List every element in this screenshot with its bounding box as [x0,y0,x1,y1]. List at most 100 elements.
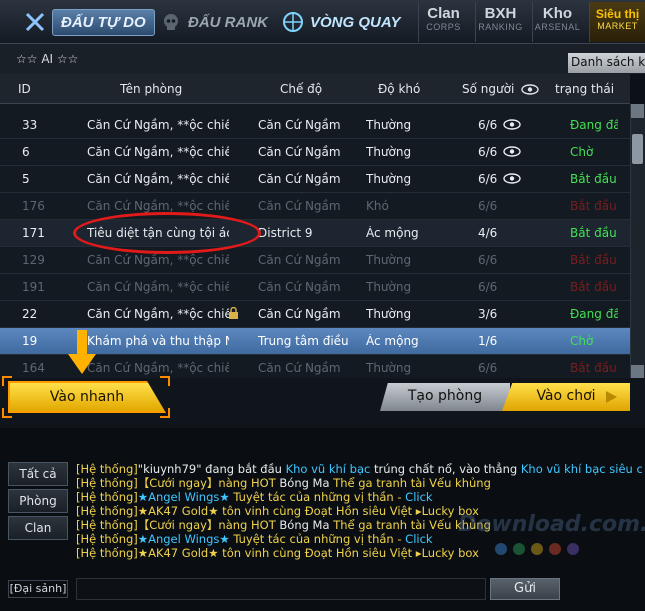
tab-ranking[interactable]: BXH RANKING [475,2,525,42]
cell-mode: Căn Cứ Ngầm [258,199,341,213]
chat-segment[interactable]: ★Angel Wings★ [138,532,230,546]
cell-room-name: Căn Cứ Ngầm, **ộc chiến [87,253,229,267]
chat-segment: "kiuynh79" đang bắt đầu [137,462,286,476]
cell-mode: Căn Cứ Ngầm [258,307,341,321]
cell-difficulty: Thường [366,307,412,321]
tab-clan[interactable]: Clan CORPS [418,2,468,42]
highlight-circle [73,212,261,254]
cell-room-name: Căn Cứ Ngầm, **ộc chiến [87,199,229,213]
quick-join-button[interactable]: Vào nhanh [8,381,166,413]
tab-clan-label: Clan [427,5,460,22]
cell-difficulty: Thường [366,361,412,375]
hall-channel-button[interactable]: [Đại sảnh] [8,580,68,598]
header-mode[interactable]: Chế độ [280,82,322,96]
cell-players: 4/6 [478,226,498,240]
chat-input[interactable] [76,578,486,600]
table-row[interactable]: 22 Căn Cứ Ngầm, **ộc chiến Căn Cứ Ngầm Thườ… [0,301,630,328]
table-row[interactable]: 191 Căn Cứ Ngầm, **ộc chiến Căn Cứ Ngầm Thư… [0,274,630,301]
tab-lucky-wheel[interactable]: VÒNG QUAY [282,4,401,40]
cell-id: 33 [22,118,38,132]
channel-list-button[interactable]: Danh sách kênh [568,53,645,73]
tab-free-battle-label: ĐẤU TỰ DO [52,8,155,36]
cell-status: Chờ [570,145,594,159]
play-arrow-icon [606,391,617,403]
header-id[interactable]: ID [18,82,31,96]
tab-arsenal[interactable]: Kho ARSENAL [532,2,582,42]
chat-segment[interactable]: Click [405,532,432,546]
header-status[interactable]: trạng thái [555,82,614,96]
cell-difficulty: Thường [366,280,412,294]
header-room-name[interactable]: Tên phòng [120,82,182,96]
cell-status: Bắt đầu [570,361,617,375]
table-row[interactable]: 5 Căn Cứ Ngầm, **ộc chiến Căn Cứ Ngầm Thườn… [0,166,630,193]
chat-tab-all[interactable]: Tất cả [8,462,68,486]
cell-mode: Căn Cứ Ngầm [258,253,341,267]
header-players[interactable]: Số người [462,82,514,96]
table-row[interactable]: 33 Căn Cứ Ngầm, **ộc chiến Căn Cứ Ngầm Thườ… [0,112,630,139]
cell-players: 6/6 [478,118,498,132]
chat-segment: Bóng Ma [279,518,334,532]
scroll-thumb[interactable] [632,134,643,164]
chat-line: [Hệ thống]"kiuynh79" đang bắt đầu Kho vũ… [76,462,642,476]
cell-status: Chờ [570,334,594,348]
cell-id: 22 [22,307,38,321]
chat-segment: [Hệ thống] [76,532,138,546]
skull-icon [164,14,178,30]
cell-status: Đang đấu [570,307,618,321]
header-difficulty[interactable]: Độ khó [378,82,420,96]
eye-icon [503,146,521,157]
cell-id: 164 [22,361,45,375]
chat-segment: trúng chất nổ, vào thẳng [370,462,521,476]
chat-tab-clan[interactable]: Clan [8,516,68,540]
eye-icon [521,84,539,95]
tab-rank-label: ĐẤU RANK [188,13,268,31]
scroll-up-button[interactable] [631,104,644,118]
cell-mode: Căn Cứ Ngầm [258,118,341,132]
cell-room-name: Căn Cứ Ngầm, **ộc chiến [87,172,229,186]
cell-room-name: Căn Cứ Ngầm, **ộc chiến [87,118,229,132]
watermark-dot [567,543,579,555]
send-button[interactable]: Gửi [490,578,560,600]
watermark-dot [549,543,561,555]
chat-segment: [Hệ thống]★AK47 Gold★ tôn vinh cùng Đoạt… [76,546,479,560]
info-bar: ☆☆ AI ☆☆ Danh sách kênh [0,44,645,74]
cell-mode: Căn Cứ Ngầm [258,172,341,186]
cell-status: Bắt đầu [570,226,617,240]
chat-segment: [Hệ thống]【Cưới ngay】nàng HOT [76,518,280,532]
chat-segment[interactable]: Kho vũ khí bạc [286,462,371,476]
watermark-dot [531,543,543,555]
cell-difficulty: Thường [366,172,412,186]
cell-mode: Trung tâm điều l [258,334,348,348]
chat-line: [Hệ thống]【Cưới ngay】nàng HOT Bóng Ma Th… [76,476,642,490]
cell-difficulty: Khó [366,199,389,213]
chat-segment: Tuyệt tác của những vị thần - [229,532,406,546]
cell-room-name: Căn Cứ Ngầm, **ộc chiến [87,307,229,321]
tab-rank[interactable]: ĐẤU RANK [160,4,268,40]
chat-segment[interactable]: Click [405,490,432,504]
cell-difficulty: Thường [366,145,412,159]
chat-segment[interactable]: Kho vũ khí bạc siêu cấp [521,462,642,476]
cell-id: 191 [22,280,45,294]
tab-ranking-label: BXH [484,5,517,22]
tab-free-battle[interactable]: ĐẤU TỰ DO [22,4,155,40]
tab-ranking-sub: RANKING [478,22,523,32]
cell-players: 6/6 [478,172,498,186]
create-room-button[interactable]: Tạo phòng [380,383,510,411]
cell-difficulty: Thường [366,118,412,132]
cell-difficulty: Ác mộng [366,226,419,240]
watermark-dots [495,543,579,555]
tab-market[interactable]: Siêu thị MARKET [589,2,645,42]
scroll-down-button[interactable] [631,365,644,379]
tab-market-label: Siêu thị [595,7,640,21]
chat-tab-room[interactable]: Phòng [8,489,68,513]
cell-room-name: Căn Cứ Ngầm, **ộc chiến [87,361,229,375]
table-row[interactable]: 176 Căn Cứ Ngầm, **ộc chiến Căn Cứ Ngầm Khó… [0,193,630,220]
cell-room-name: Căn Cứ Ngầm, **ộc chiến [87,145,229,159]
chat-segment[interactable]: ★Angel Wings★ [138,490,230,504]
eye-icon [503,173,521,184]
cell-status: Bắt đầu [570,199,617,213]
table-row[interactable]: 6 Căn Cứ Ngầm, **ộc chiến Căn Cứ Ngầm Thườn… [0,139,630,166]
cell-status: Đang đấu [570,118,618,132]
table-row[interactable]: 129 Căn Cứ Ngầm, **ộc chiến Căn Cứ Ngầm Thư… [0,247,630,274]
chat-segment: [Hệ thống] [76,462,138,476]
